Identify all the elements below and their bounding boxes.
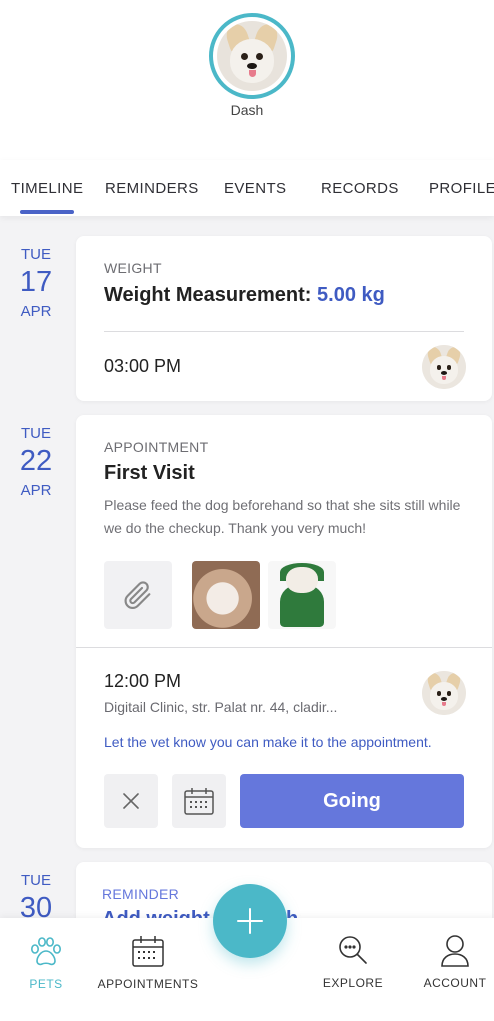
entry-time: 03:00 PM xyxy=(104,356,182,376)
entry-date: TUE 22 APR xyxy=(0,425,72,499)
entry-title: Weight Measurement: 5.00 kg xyxy=(104,284,385,307)
plus-icon xyxy=(237,908,263,934)
rsvp-link[interactable]: Let the vet know you can make it to the … xyxy=(104,734,432,750)
weight-value: 5.00 kg xyxy=(317,284,385,306)
nav-account-label: ACCOUNT xyxy=(423,976,487,990)
close-icon xyxy=(123,793,139,809)
nav-pets[interactable]: PETS xyxy=(0,918,92,1021)
photo-thumbnail[interactable] xyxy=(192,561,260,629)
search-icon xyxy=(339,936,367,964)
nav-pets-label: PETS xyxy=(29,977,63,991)
entry-time: 12:00 PM xyxy=(104,671,182,691)
calendar-icon xyxy=(132,936,164,967)
entry-type: REMINDER xyxy=(102,886,180,902)
pet-avatar[interactable] xyxy=(209,13,295,99)
weight-card[interactable]: WEIGHT Weight Measurement: 5.00 kg 03:00… xyxy=(76,236,492,401)
date-dow: TUE xyxy=(21,425,51,442)
nav-explore-label: EXPLORE xyxy=(322,976,384,990)
date-month: APR xyxy=(20,482,52,499)
divider xyxy=(104,331,464,332)
tab-bar: TIMELINE REMINDERS EVENTS RECORDS PROFIL… xyxy=(0,160,494,216)
paperclip-icon xyxy=(124,581,151,610)
entry-description: Please feed the dog beforehand so that s… xyxy=(104,497,461,536)
add-button[interactable] xyxy=(213,884,287,958)
date-month: APR xyxy=(20,303,52,320)
entry-date: TUE 17 APR xyxy=(0,246,72,320)
paw-icon xyxy=(30,937,61,966)
appointment-card[interactable]: APPOINTMENT First Visit Please feed the … xyxy=(76,415,492,848)
nav-appointments[interactable]: APPOINTMENTS xyxy=(92,918,204,1021)
tab-profile[interactable]: PROFILE xyxy=(429,180,494,197)
pet-header: Dash xyxy=(0,0,494,160)
decline-button[interactable] xyxy=(104,774,158,828)
tab-reminders[interactable]: REMINDERS xyxy=(105,180,199,197)
nav-appointments-label: APPOINTMENTS xyxy=(97,977,199,991)
date-day: 17 xyxy=(19,266,53,298)
entry-type: APPOINTMENT xyxy=(104,439,209,455)
user-icon xyxy=(441,935,469,967)
tab-events[interactable]: EVENTS xyxy=(224,180,286,197)
divider xyxy=(76,647,492,648)
date-day: 22 xyxy=(19,445,53,477)
pet-mini-avatar xyxy=(422,345,466,389)
photo-thumbnail[interactable] xyxy=(268,561,336,629)
going-button[interactable]: Going xyxy=(240,774,464,828)
calendar-icon xyxy=(184,788,214,815)
pet-mini-avatar xyxy=(422,671,466,715)
add-to-calendar-button[interactable] xyxy=(172,774,226,828)
attach-button[interactable] xyxy=(104,561,172,629)
date-dow: TUE xyxy=(21,872,51,889)
pet-name: Dash xyxy=(230,102,264,118)
nav-account[interactable]: ACCOUNT xyxy=(412,918,494,1021)
nav-explore[interactable]: EXPLORE xyxy=(310,918,396,1021)
entry-title: First Visit xyxy=(104,462,195,484)
entry-type: WEIGHT xyxy=(104,260,162,276)
date-dow: TUE xyxy=(21,246,51,263)
entry-address: Digitail Clinic, str. Palat nr. 44, clad… xyxy=(104,699,338,715)
weight-title-text: Weight Measurement: xyxy=(104,284,312,306)
active-tab-indicator xyxy=(20,210,74,214)
tab-records[interactable]: RECORDS xyxy=(321,180,399,197)
tab-timeline[interactable]: TIMELINE xyxy=(11,180,83,197)
dog-photo xyxy=(217,21,287,91)
